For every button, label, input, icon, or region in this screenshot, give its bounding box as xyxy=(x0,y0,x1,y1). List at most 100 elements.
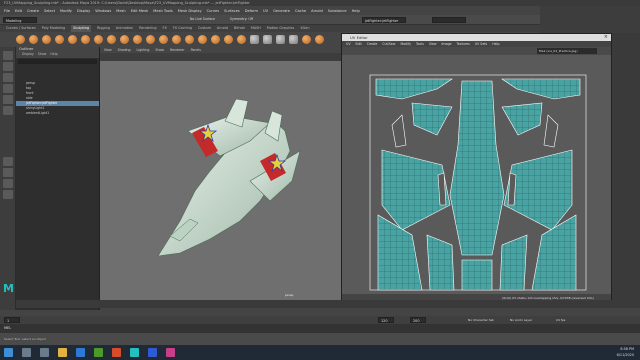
mask-brush-icon[interactable] xyxy=(263,35,272,44)
tab-motion-graphics[interactable]: Motion Graphics xyxy=(267,25,295,32)
menu-surfaces[interactable]: Surfaces xyxy=(224,9,240,13)
range-start-field[interactable]: 1 xyxy=(4,317,20,323)
anim-end-field[interactable]: 200 xyxy=(410,317,426,323)
spray-brush-icon[interactable] xyxy=(107,35,116,44)
uv-layout[interactable] xyxy=(342,55,611,294)
menu-mesh-display[interactable]: Mesh Display xyxy=(178,9,202,13)
jet-fighter-model[interactable] xyxy=(100,61,341,300)
bulge-brush-icon[interactable] xyxy=(211,35,220,44)
time-slider[interactable] xyxy=(16,300,640,308)
tab-fx[interactable]: FX xyxy=(163,25,167,32)
character-set-label[interactable]: No Character Set xyxy=(468,317,494,323)
search-icon[interactable] xyxy=(22,348,31,357)
layout-four-icon[interactable] xyxy=(3,168,13,177)
twist-brush-icon[interactable] xyxy=(315,35,324,44)
menu-windows[interactable]: Windows xyxy=(95,9,111,13)
tab-curves-surfaces[interactable]: Curves / Surfaces xyxy=(6,25,36,32)
menu-display[interactable]: Display xyxy=(77,9,90,13)
tab-poly-modeling[interactable]: Poly Modeling xyxy=(42,25,65,32)
tab-sculpting[interactable]: Sculpting xyxy=(71,25,92,32)
tab-xgen[interactable]: XGen xyxy=(300,25,309,32)
smear-brush-icon[interactable] xyxy=(198,35,207,44)
tab-custom[interactable]: Custom xyxy=(198,25,211,32)
tab-rendering[interactable]: Rendering xyxy=(139,25,156,32)
outliner-menu-help[interactable]: Help xyxy=(50,52,57,57)
menu-edit[interactable]: Edit xyxy=(15,9,22,13)
fill-brush-icon[interactable] xyxy=(172,35,181,44)
tab-mash[interactable]: MASH xyxy=(251,25,261,32)
paint-select-icon[interactable] xyxy=(3,73,13,82)
outliner-item-ambientlight[interactable]: ambientLight1 xyxy=(16,111,99,116)
file-explorer-icon[interactable] xyxy=(58,348,67,357)
app-icon[interactable] xyxy=(166,348,175,357)
menu-edit-mesh[interactable]: Edit Mesh xyxy=(131,9,149,13)
grab-brush-icon[interactable] xyxy=(55,35,64,44)
uv-canvas[interactable] xyxy=(342,55,611,294)
tab-bifrost[interactable]: Bifrost xyxy=(234,25,245,32)
menu-help[interactable]: Help xyxy=(352,9,360,13)
menu-substance[interactable]: Substance xyxy=(328,9,347,13)
edge-icon[interactable] xyxy=(76,348,85,357)
store-icon[interactable] xyxy=(94,348,103,357)
select-tool-icon[interactable] xyxy=(3,51,13,60)
texture-selector[interactable]: file1 (ice_02_Practice.jpg) xyxy=(537,48,597,54)
range-end-field[interactable]: 120 xyxy=(378,317,394,323)
tab-rigging[interactable]: Rigging xyxy=(97,25,110,32)
photoshop-icon[interactable] xyxy=(148,348,157,357)
invert-mask-icon[interactable] xyxy=(276,35,285,44)
blend-brush-icon[interactable] xyxy=(302,35,311,44)
outliner-menu-display[interactable]: Display xyxy=(22,52,34,57)
amplify-brush-icon[interactable] xyxy=(224,35,233,44)
relax-brush-icon[interactable] xyxy=(42,35,51,44)
live-surface-label[interactable]: No Live Surface xyxy=(190,17,215,21)
layout-single-icon[interactable] xyxy=(3,157,13,166)
fps-label[interactable]: 24 fps xyxy=(556,317,565,323)
erase-brush-icon[interactable] xyxy=(250,35,259,44)
command-line[interactable]: MEL xyxy=(0,324,640,333)
knife-brush-icon[interactable] xyxy=(185,35,194,44)
menu-cache[interactable]: Cache xyxy=(295,9,306,13)
menu-uv[interactable]: UV xyxy=(263,9,268,13)
start-icon[interactable] xyxy=(4,348,13,357)
menu-mesh-tools[interactable]: Mesh Tools xyxy=(153,9,172,13)
maya-icon[interactable] xyxy=(130,348,139,357)
tab-fx-caching[interactable]: FX Caching xyxy=(173,25,192,32)
menu-arnold[interactable]: Arnold xyxy=(311,9,323,13)
viewport-toolbar[interactable] xyxy=(100,53,341,61)
menu-create[interactable]: Create xyxy=(27,9,39,13)
menu-curves[interactable]: Curves xyxy=(207,9,219,13)
layout-two-icon[interactable] xyxy=(3,179,13,188)
task-view-icon[interactable] xyxy=(40,348,49,357)
layout-outliner-icon[interactable] xyxy=(3,190,13,199)
menu-mesh[interactable]: Mesh xyxy=(116,9,125,13)
menu-generate[interactable]: Generate xyxy=(273,9,290,13)
menu-select[interactable]: Select xyxy=(44,9,55,13)
repeat-brush-icon[interactable] xyxy=(120,35,129,44)
chrome-icon[interactable] xyxy=(112,348,121,357)
symmetry-label[interactable]: Symmetry: Off xyxy=(230,17,253,21)
clock[interactable]: 8:58 PM 6/11/2020 xyxy=(617,346,634,358)
anim-layer-label[interactable]: No Anim Layer xyxy=(510,317,532,323)
wax-brush-icon[interactable] xyxy=(146,35,155,44)
flatten-brush-icon[interactable] xyxy=(81,35,90,44)
outliner-search-input[interactable] xyxy=(18,59,97,64)
move-tool-icon[interactable] xyxy=(3,84,13,93)
foamy-brush-icon[interactable] xyxy=(94,35,103,44)
outliner-menu-show[interactable]: Show xyxy=(38,52,47,57)
object-name-field[interactable]: jetFighter:jetFighter xyxy=(362,17,406,23)
perspective-viewport[interactable]: View Shading Lighting Show Renderer Pane… xyxy=(100,47,341,300)
tab-animation[interactable]: Animation xyxy=(116,25,133,32)
imprint-brush-icon[interactable] xyxy=(133,35,142,44)
unmask-all-icon[interactable] xyxy=(289,35,298,44)
menu-modify[interactable]: Modify xyxy=(60,9,72,13)
scale-tool-icon[interactable] xyxy=(3,106,13,115)
mode-selector[interactable]: Modeling xyxy=(3,17,37,23)
menu-deform[interactable]: Deform xyxy=(245,9,258,13)
pinch-brush-icon[interactable] xyxy=(68,35,77,44)
lasso-tool-icon[interactable] xyxy=(3,62,13,71)
freeze-brush-icon[interactable] xyxy=(237,35,246,44)
sculpt-brush-icon[interactable] xyxy=(16,35,25,44)
rotate-tool-icon[interactable] xyxy=(3,95,13,104)
close-icon[interactable]: × xyxy=(604,34,608,41)
tab-arnold[interactable]: Arnold xyxy=(217,25,228,32)
